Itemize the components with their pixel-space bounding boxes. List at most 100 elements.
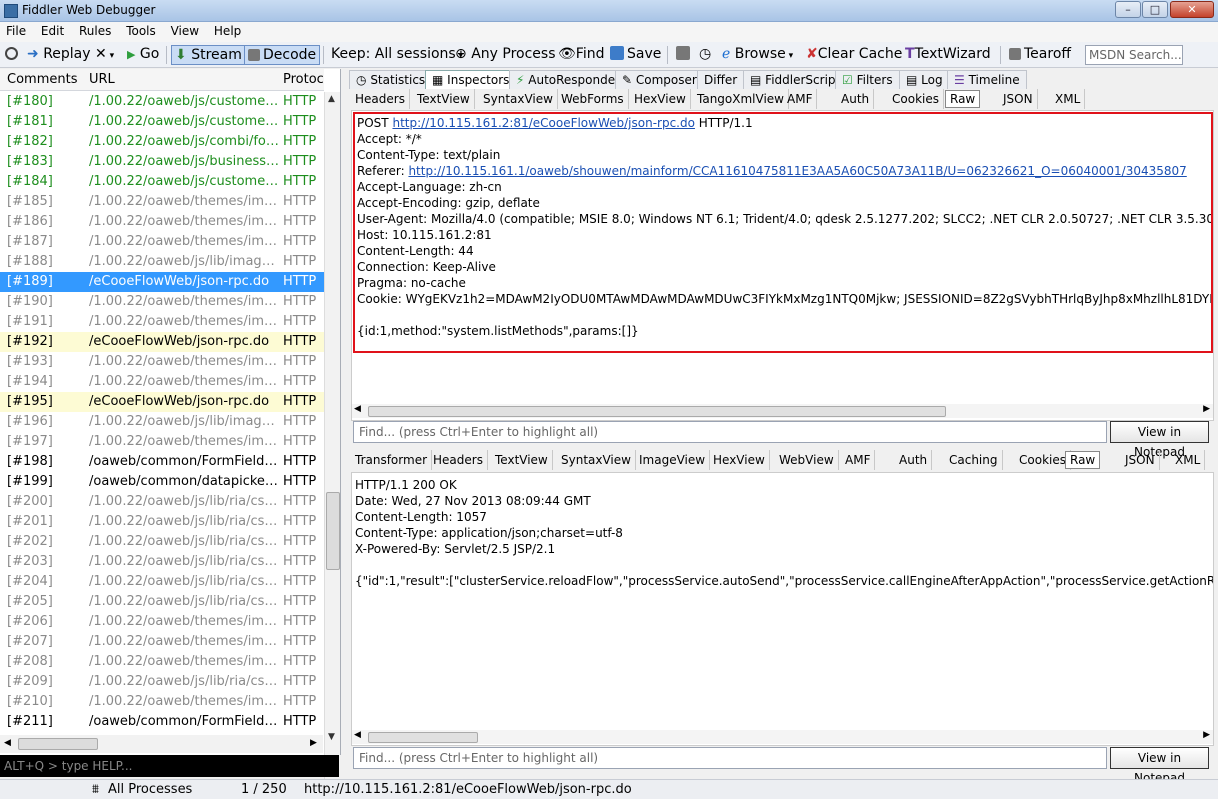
session-row[interactable]: [#191] /1.00.22/oaweb/themes/ima... HTTP — [0, 312, 324, 332]
resp-tab-webview[interactable]: WebView — [775, 450, 839, 470]
any-process-button[interactable]: ⊕ Any Process — [452, 45, 558, 65]
decode-button[interactable]: Decode — [244, 45, 321, 65]
request-horizontal-scrollbar[interactable]: ◀ ▶ — [352, 404, 1213, 418]
tab-composer[interactable]: ✎ Composer — [615, 70, 704, 89]
resp-tab-cookies[interactable]: Cookies — [1015, 450, 1071, 470]
req-tab-cookies[interactable]: Cookies — [888, 89, 944, 109]
req-tab-tangoxmlview[interactable]: TangoXmlView — [693, 89, 789, 109]
tab-differ[interactable]: Differ — [697, 70, 745, 89]
maximize-button[interactable]: □ — [1142, 1, 1168, 18]
session-row[interactable]: [#202] /1.00.22/oaweb/js/lib/ria/css... HT… — [0, 532, 324, 552]
resp-tab-headers[interactable]: Headers — [429, 450, 488, 470]
stream-button[interactable]: ⬇ Stream — [171, 45, 246, 65]
response-find-input[interactable]: Find... (press Ctrl+Enter to highlight a… — [353, 747, 1107, 769]
go-button[interactable]: ▶ Go — [124, 45, 162, 65]
scroll-left-arrow-icon[interactable]: ◀ — [354, 404, 361, 414]
tab-log[interactable]: ▤ Log — [899, 70, 950, 89]
tearoff-button[interactable]: Tearoff — [1006, 45, 1074, 65]
session-row[interactable]: [#201] /1.00.22/oaweb/js/lib/ria/css... HT… — [0, 512, 324, 532]
req-tab-amf[interactable]: AMF — [783, 89, 818, 109]
resp-tab-auth[interactable]: Auth — [895, 450, 933, 470]
resp-tab-syntaxview[interactable]: SyntaxView — [557, 450, 636, 470]
session-row[interactable]: [#199] /oaweb/common/datapicker.f... HTTP — [0, 472, 324, 492]
resp-tab-xml[interactable]: XML — [1171, 450, 1206, 470]
session-row[interactable]: [#210] /1.00.22/oaweb/themes/ima... HTTP — [0, 692, 324, 712]
session-row[interactable]: [#183] /1.00.22/oaweb/js/business/t... HTT… — [0, 152, 324, 172]
req-tab-raw[interactable]: Raw — [945, 90, 981, 108]
session-row[interactable]: [#180] /1.00.22/oaweb/js/customer/... HTTP — [0, 92, 324, 112]
session-row[interactable]: [#206] /1.00.22/oaweb/themes/ima... HTTP — [0, 612, 324, 632]
req-tab-webforms[interactable]: WebForms — [557, 89, 629, 109]
scroll-right-arrow-icon[interactable]: ▶ — [1203, 404, 1210, 414]
session-row[interactable]: [#195] /eCooeFlowWeb/json-rpc.do HTTP — [0, 392, 324, 412]
scroll-right-arrow-icon[interactable]: ▶ — [310, 738, 317, 748]
scroll-left-arrow-icon[interactable]: ◀ — [4, 738, 11, 748]
replay-button[interactable]: ➜ Replay — [24, 45, 94, 65]
scroll-down-arrow-icon[interactable]: ▼ — [328, 732, 335, 742]
session-row[interactable]: [#192] /eCooeFlowWeb/json-rpc.do HTTP — [0, 332, 324, 352]
tab-autoresponder[interactable]: ⚡ AutoResponder — [509, 70, 628, 89]
referer-link[interactable]: http://10.115.161.1/oaweb/shouwen/mainfo… — [408, 164, 1186, 178]
resp-tab-caching[interactable]: Caching — [945, 450, 1003, 470]
resp-tab-textview[interactable]: TextView — [491, 450, 553, 470]
req-tab-xml[interactable]: XML — [1051, 89, 1086, 109]
session-row[interactable]: [#186] /1.00.22/oaweb/themes/ima... HTTP — [0, 212, 324, 232]
resp-tab-json[interactable]: JSON — [1121, 450, 1160, 470]
request-raw-view[interactable]: POST http://10.115.161.2:81/eCooeFlowWeb… — [351, 110, 1214, 421]
session-row[interactable]: [#181] /1.00.22/oaweb/js/customer/... HTTP — [0, 112, 324, 132]
menu-help[interactable]: Help — [208, 22, 246, 38]
column-url[interactable]: URL — [89, 72, 115, 87]
find-button[interactable]: 👁Find — [555, 45, 607, 65]
tab-timeline[interactable]: ☰ Timeline — [947, 70, 1027, 89]
response-raw-view[interactable]: HTTP/1.1 200 OK Date: Wed, 27 Nov 2013 0… — [351, 472, 1214, 746]
session-row[interactable]: [#190] /1.00.22/oaweb/themes/ima... HTTP — [0, 292, 324, 312]
session-row[interactable]: [#203] /1.00.22/oaweb/js/lib/ria/css... HT… — [0, 552, 324, 572]
scroll-up-arrow-icon[interactable]: ▲ — [328, 94, 335, 104]
session-row[interactable]: [#200] /1.00.22/oaweb/js/lib/ria/css... HT… — [0, 492, 324, 512]
session-row[interactable]: [#197] /1.00.22/oaweb/themes/ima... HTTP — [0, 432, 324, 452]
quickexec-input[interactable]: ALT+Q > type HELP... — [0, 755, 339, 777]
resp-tab-transformer[interactable]: Transformer — [351, 450, 433, 470]
menu-rules[interactable]: Rules — [73, 22, 116, 38]
save-button[interactable]: Save — [607, 45, 664, 65]
req-tab-textview[interactable]: TextView — [413, 89, 475, 109]
request-url-link[interactable]: http://10.115.161.2:81/eCooeFlowWeb/json… — [392, 116, 694, 130]
minimize-button[interactable]: – — [1115, 1, 1141, 18]
resp-tab-amf[interactable]: AMF — [841, 450, 876, 470]
session-row[interactable]: [#205] /1.00.22/oaweb/js/lib/ria/css... HT… — [0, 592, 324, 612]
req-tab-syntaxview[interactable]: SyntaxView — [479, 89, 558, 109]
menu-file[interactable]: File — [0, 22, 31, 38]
resp-tab-hexview[interactable]: HexView — [709, 450, 770, 470]
remove-button[interactable]: ✕ ▾ — [92, 45, 117, 65]
tab-statistics[interactable]: ◷ Statistics — [349, 70, 433, 89]
session-list-horizontal-scrollbar[interactable]: ◀ ▶ — [0, 735, 323, 753]
browse-button[interactable]: ℯ Browse ▾ — [719, 45, 796, 65]
session-row[interactable]: [#209] /1.00.22/oaweb/js/lib/ria/css... HT… — [0, 672, 324, 692]
session-row[interactable]: [#188] /1.00.22/oaweb/js/lib/images... HTT… — [0, 252, 324, 272]
session-list-vertical-scrollbar[interactable]: ▲ ▼ — [324, 92, 340, 799]
scroll-left-arrow-icon[interactable]: ◀ — [354, 730, 361, 740]
response-view-in-notepad-button[interactable]: View in Notepad — [1110, 747, 1209, 785]
session-row[interactable]: [#198] /oaweb/common/FormFieldHi... HTTP — [0, 452, 324, 472]
session-row[interactable]: [#194] /1.00.22/oaweb/themes/ima... HTTP — [0, 372, 324, 392]
keep-sessions-dropdown[interactable]: Keep: All sessions ▾ — [328, 45, 466, 65]
tab-inspectors[interactable]: ▦ Inspectors — [425, 70, 517, 89]
req-tab-json[interactable]: JSON — [999, 89, 1038, 109]
session-row[interactable]: [#207] /1.00.22/oaweb/themes/ima... HTTP — [0, 632, 324, 652]
req-tab-headers[interactable]: Headers — [351, 89, 410, 109]
session-row[interactable]: [#204] /1.00.22/oaweb/js/lib/ria/css... HT… — [0, 572, 324, 592]
scroll-right-arrow-icon[interactable]: ▶ — [1203, 730, 1210, 740]
scroll-thumb[interactable] — [368, 406, 946, 417]
session-row[interactable]: [#185] /1.00.22/oaweb/themes/ima... HTTP — [0, 192, 324, 212]
tab-fiddlerscript[interactable]: ▤ FiddlerScript — [743, 70, 848, 89]
session-row[interactable]: [#189] /eCooeFlowWeb/json-rpc.do HTTP — [0, 272, 324, 292]
session-row[interactable]: [#182] /1.00.22/oaweb/js/combi/for... HTTP — [0, 132, 324, 152]
scroll-thumb[interactable] — [18, 738, 98, 750]
session-row[interactable]: [#193] /1.00.22/oaweb/themes/ima... HTTP — [0, 352, 324, 372]
column-protocol[interactable]: Protocol — [283, 72, 323, 87]
column-comments[interactable]: Comments — [7, 72, 77, 87]
session-row[interactable]: [#208] /1.00.22/oaweb/themes/ima... HTTP — [0, 652, 324, 672]
scroll-thumb[interactable] — [368, 732, 478, 743]
session-row[interactable]: [#196] /1.00.22/oaweb/js/lib/images... HTT… — [0, 412, 324, 432]
menu-edit[interactable]: Edit — [35, 22, 69, 38]
